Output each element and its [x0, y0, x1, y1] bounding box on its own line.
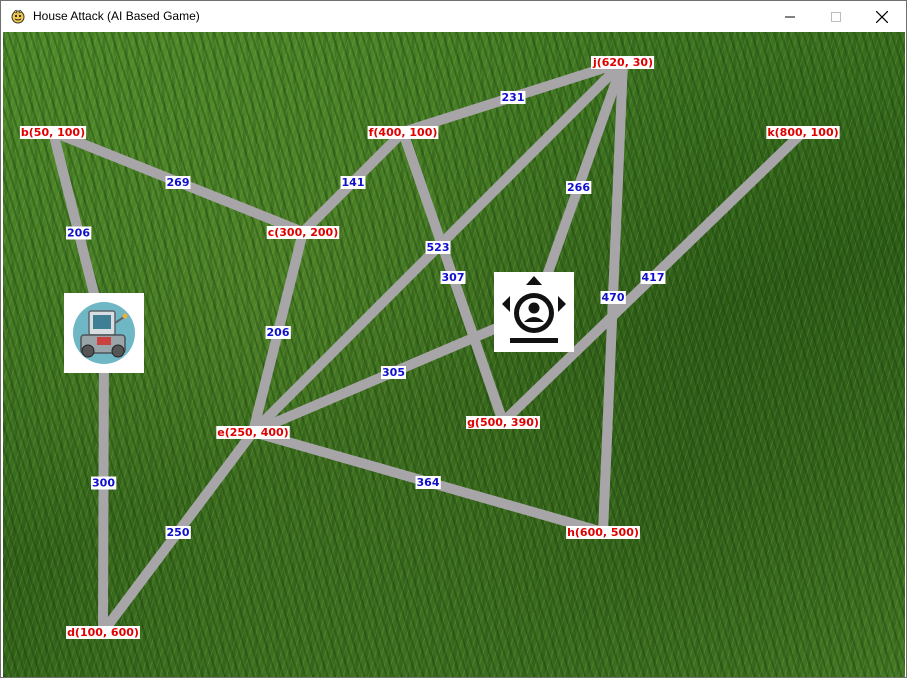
svg-text:h(600, 500): h(600, 500): [567, 526, 639, 539]
svg-text:g(500, 390): g(500, 390): [467, 416, 539, 429]
node-label-d[interactable]: d(100, 600): [66, 626, 140, 639]
title-bar[interactable]: House Attack (AI Based Game): [1, 1, 906, 32]
game-board[interactable]: 269 206 300 141 206 231 307 523 266 470 417 305 364 2…: [3, 32, 905, 677]
edge-weight-e-d: 250: [165, 526, 191, 539]
player-house-icon: [502, 276, 566, 343]
edge-weight-b-a: 206: [66, 226, 92, 240]
node-label-f[interactable]: f(400, 100): [367, 126, 439, 139]
svg-text:307: 307: [442, 271, 465, 284]
node-label-b[interactable]: b(50, 100): [19, 126, 87, 139]
svg-text:364: 364: [417, 476, 440, 489]
node-label-h[interactable]: h(600, 500): [566, 526, 640, 539]
node-label-j[interactable]: j(620, 30): [590, 56, 655, 69]
svg-text:b(50, 100): b(50, 100): [21, 126, 85, 139]
maximize-button[interactable]: [813, 1, 859, 32]
house-player-sprite[interactable]: [494, 272, 574, 352]
svg-text:j(620, 30): j(620, 30): [592, 56, 653, 69]
maximize-icon: [831, 11, 841, 22]
edge-weight-k-g: 417: [640, 271, 666, 284]
svg-text:c(300, 200): c(300, 200): [268, 226, 339, 239]
minimize-button[interactable]: [767, 1, 813, 32]
svg-text:417: 417: [642, 271, 665, 284]
svg-text:269: 269: [167, 176, 190, 189]
svg-text:266: 266: [567, 181, 590, 194]
svg-text:d(100, 600): d(100, 600): [67, 626, 139, 639]
svg-text:206: 206: [67, 227, 90, 240]
close-icon: [876, 10, 888, 23]
node-label-e[interactable]: e(250, 400): [216, 426, 290, 439]
svg-text:305: 305: [382, 366, 405, 379]
node-label-c[interactable]: c(300, 200): [266, 226, 340, 239]
svg-text:470: 470: [602, 291, 625, 304]
edge-weight-a-d: 300: [91, 476, 117, 490]
svg-text:300: 300: [92, 477, 115, 490]
svg-text:141: 141: [342, 176, 365, 189]
svg-text:f(400, 100): f(400, 100): [369, 126, 438, 139]
minimize-icon: [785, 16, 795, 17]
node-label-g[interactable]: g(500, 390): [466, 416, 540, 429]
edge-weight-f-j: 231: [500, 91, 526, 104]
edge-weight-c-e: 206: [265, 326, 291, 339]
edge-weight-c-f: 141: [340, 176, 366, 189]
pygame-snake-icon: [11, 9, 25, 24]
svg-text:k(800, 100): k(800, 100): [767, 126, 838, 139]
robot-attacker-sprite[interactable]: [64, 293, 144, 373]
svg-text:231: 231: [502, 91, 525, 104]
edge-weight-b-c: 269: [165, 176, 191, 189]
svg-text:250: 250: [167, 526, 190, 539]
window-title: House Attack (AI Based Game): [33, 9, 200, 23]
node-label-k[interactable]: k(800, 100): [766, 126, 840, 139]
edge-weight-f-g: 307: [440, 271, 466, 284]
robot-icon: [73, 302, 135, 364]
close-button[interactable]: [859, 1, 905, 32]
edge-weight-j-i: 266: [566, 181, 592, 194]
svg-text:523: 523: [427, 241, 450, 254]
edge-weight-j-e: 523: [425, 241, 451, 254]
edge-weight-j-h: 470: [600, 291, 626, 304]
svg-text:206: 206: [267, 326, 290, 339]
edge-weight-e-h: 364: [415, 476, 441, 489]
svg-text:e(250, 400): e(250, 400): [217, 426, 288, 439]
game-window: House Attack (AI Based Game) 269 206 300 14…: [0, 0, 907, 678]
edge-weight-e-i: 305: [381, 366, 406, 379]
